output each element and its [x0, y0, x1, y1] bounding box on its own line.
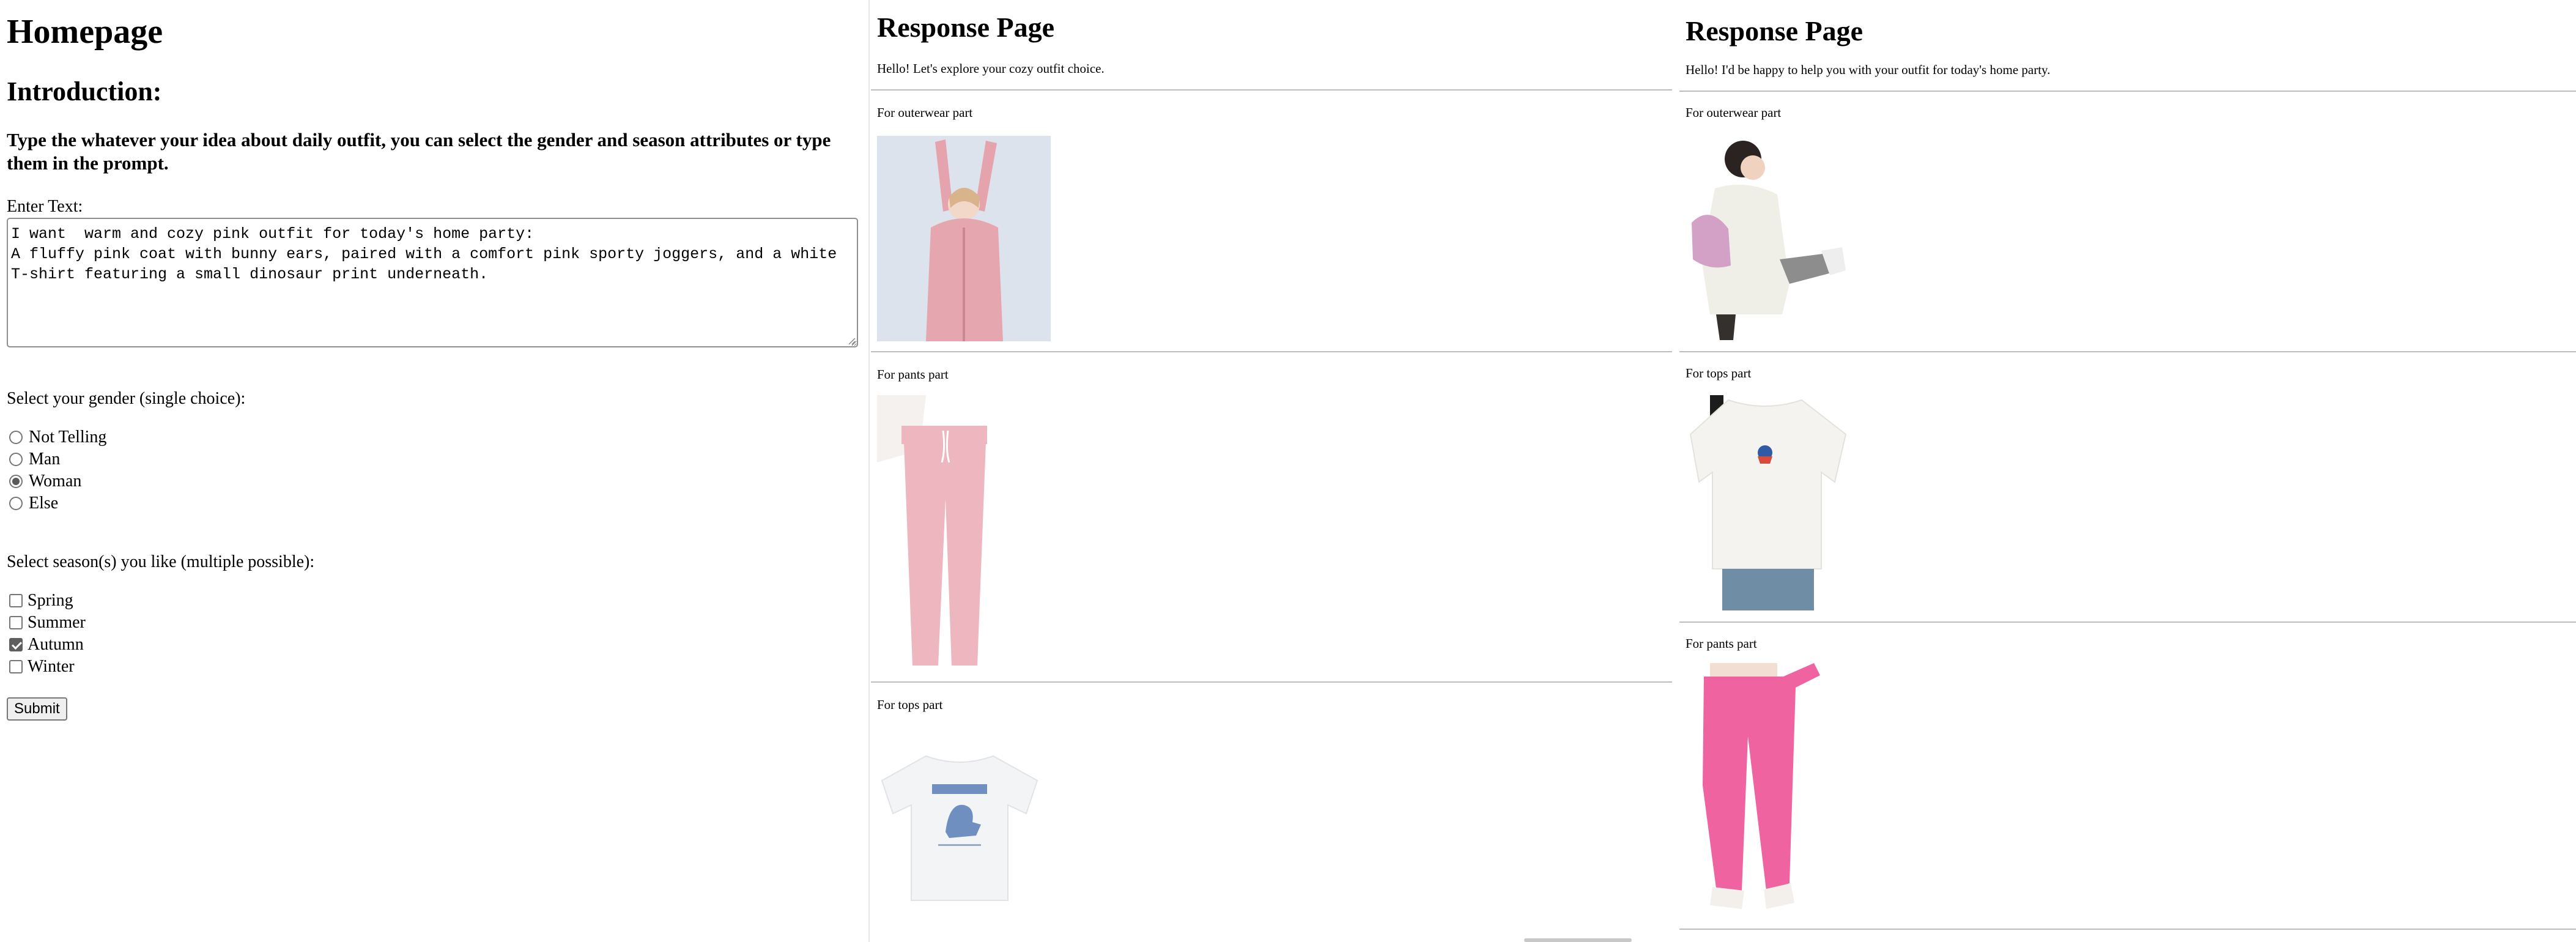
checkbox[interactable] — [9, 616, 23, 629]
season-option-autumn[interactable]: Autumn — [7, 634, 86, 656]
radio-button[interactable] — [9, 431, 23, 444]
prompt-textarea[interactable]: I want warm and cozy pink outfit for tod… — [7, 218, 858, 347]
horizontal-scrollbar[interactable] — [1524, 938, 1632, 942]
gender-radio-group: Not Telling Man Woman Else — [7, 426, 106, 514]
outerwear-image — [1686, 131, 1851, 340]
season-option-label: Spring — [28, 591, 73, 610]
checkbox[interactable] — [9, 660, 23, 673]
season-option-spring[interactable]: Spring — [7, 590, 86, 612]
divider — [871, 351, 1672, 352]
season-option-label: Summer — [28, 613, 86, 632]
checkbox-checked[interactable] — [9, 638, 23, 651]
divider — [871, 681, 1672, 683]
pants-image — [1686, 663, 1826, 920]
intro-heading: Introduction: — [7, 76, 162, 106]
enter-text-label: Enter Text: — [7, 197, 83, 216]
tops-image — [877, 746, 1042, 903]
intro-text: Type the whatever your idea about daily … — [7, 129, 831, 174]
response-title: Response Page — [1686, 15, 1864, 46]
part-label: For outerwear part — [877, 105, 973, 120]
page-title: Homepage — [7, 13, 163, 51]
response-title: Response Page — [877, 12, 1055, 43]
season-checkbox-group: Spring Summer Autumn Winter — [7, 590, 86, 678]
season-option-label: Winter — [28, 657, 75, 676]
radio-button-selected[interactable] — [9, 475, 23, 488]
divider — [1679, 351, 2576, 352]
part-label: For tops part — [1686, 366, 1752, 380]
checkbox[interactable] — [9, 594, 23, 607]
divider — [1679, 929, 2576, 930]
gender-option-not-telling[interactable]: Not Telling — [7, 426, 106, 448]
divider — [871, 89, 1672, 91]
gender-option-woman[interactable]: Woman — [7, 470, 106, 492]
response-greeting: Hello! Let's explore your cozy outfit ch… — [877, 61, 1105, 76]
radio-button[interactable] — [9, 453, 23, 466]
gender-option-else[interactable]: Else — [7, 492, 106, 514]
gender-label: Select your gender (single choice): — [7, 389, 246, 408]
response-greeting: Hello! I'd be happy to help you with you… — [1686, 62, 2051, 77]
resize-grip-icon[interactable] — [847, 336, 856, 345]
gender-option-man[interactable]: Man — [7, 448, 106, 470]
radio-button[interactable] — [9, 497, 23, 510]
gender-option-label: Else — [29, 494, 59, 513]
season-option-summer[interactable]: Summer — [7, 612, 86, 634]
response-panel-1: Response Page Hello! Let's explore your … — [871, 0, 1672, 942]
tops-image — [1686, 391, 1852, 610]
gender-option-label: Man — [29, 450, 61, 469]
season-label: Select season(s) you like (multiple poss… — [7, 552, 315, 571]
part-label: For outerwear part — [1686, 105, 1782, 120]
homepage-panel: Homepage Introduction: Type the whatever… — [0, 0, 870, 942]
divider — [1679, 91, 2576, 92]
season-option-label: Autumn — [28, 635, 84, 654]
gender-option-label: Not Telling — [29, 428, 107, 447]
response-panel-2: Response Page Hello! I'd be happy to hel… — [1672, 0, 2576, 942]
outerwear-image — [877, 136, 1051, 341]
season-option-winter[interactable]: Winter — [7, 656, 86, 678]
gender-option-label: Woman — [29, 472, 82, 491]
pants-image — [877, 395, 1005, 672]
divider — [1679, 621, 2576, 623]
part-label: For tops part — [877, 697, 943, 712]
part-label: For pants part — [877, 367, 949, 382]
submit-button[interactable]: Submit — [7, 697, 67, 721]
part-label: For pants part — [1686, 636, 1757, 651]
